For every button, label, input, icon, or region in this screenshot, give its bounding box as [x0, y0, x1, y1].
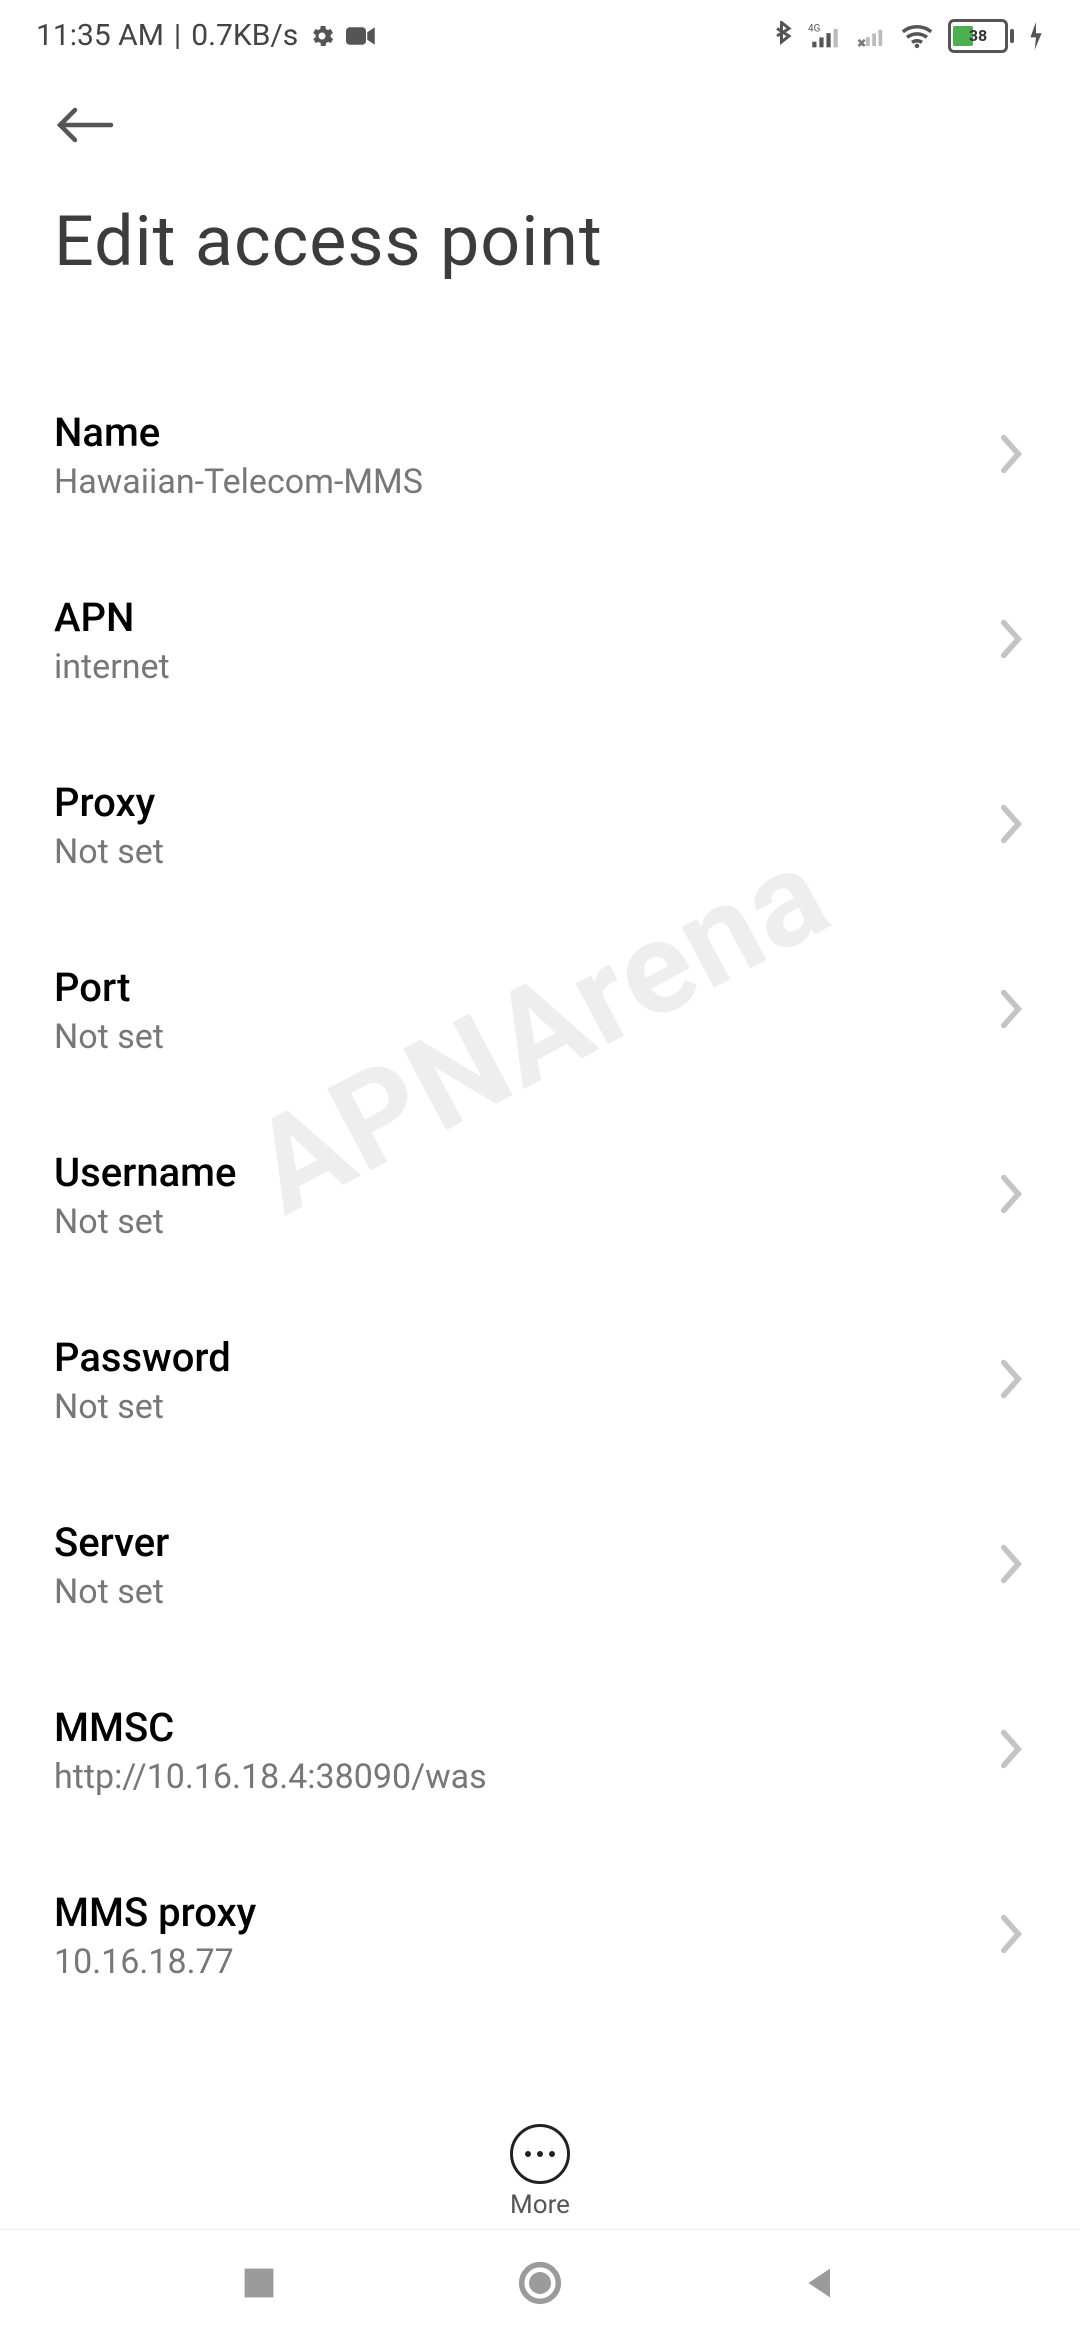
charging-icon — [1028, 22, 1044, 50]
setting-label: Proxy — [54, 779, 164, 826]
setting-label: MMSC — [54, 1704, 487, 1751]
setting-value: internet — [54, 647, 170, 687]
setting-row-proxy[interactable]: Proxy Not set — [0, 733, 1080, 918]
chevron-right-icon — [996, 432, 1026, 480]
setting-row-mmsc[interactable]: MMSC http://10.16.18.4:38090/was — [0, 1658, 1080, 1843]
chevron-right-icon — [996, 1357, 1026, 1405]
setting-row-name[interactable]: Name Hawaiian-Telecom-MMS — [0, 363, 1080, 548]
back-button[interactable] — [54, 134, 114, 153]
status-bar: 11:35 AM | 0.7KB/s 4G 38 — [0, 0, 1080, 53]
setting-row-server[interactable]: Server Not set — [0, 1473, 1080, 1658]
chevron-right-icon — [996, 1912, 1026, 1960]
setting-row-password[interactable]: Password Not set — [0, 1288, 1080, 1473]
setting-value: Not set — [54, 1387, 231, 1427]
chevron-right-icon — [996, 987, 1026, 1035]
chevron-right-icon — [996, 617, 1026, 665]
setting-row-username[interactable]: Username Not set — [0, 1103, 1080, 1288]
signal-nosim-icon — [856, 21, 886, 51]
battery-icon: 38 — [948, 19, 1014, 53]
chevron-right-icon — [996, 1542, 1026, 1590]
setting-row-mmsproxy[interactable]: MMS proxy 10.16.18.77 — [0, 1843, 1080, 2028]
gear-icon — [308, 22, 336, 50]
setting-label: Server — [54, 1519, 169, 1566]
setting-value: http://10.16.18.4:38090/was — [54, 1757, 487, 1797]
nav-bar — [0, 2229, 1080, 2340]
status-time: 11:35 AM — [36, 18, 164, 53]
wifi-icon — [900, 22, 934, 50]
svg-text:4G: 4G — [808, 23, 821, 34]
nav-back-button[interactable] — [803, 2265, 839, 2305]
setting-row-apn[interactable]: APN internet — [0, 548, 1080, 733]
setting-row-port[interactable]: Port Not set — [0, 918, 1080, 1103]
setting-value: 10.16.18.77 — [54, 1942, 256, 1982]
setting-value: Not set — [54, 1572, 169, 1612]
setting-label: Username — [54, 1149, 236, 1196]
status-net-rate: 0.7KB/s — [191, 18, 298, 53]
chevron-right-icon — [996, 1172, 1026, 1220]
more-icon — [510, 2124, 570, 2184]
setting-label: Port — [54, 964, 164, 1011]
setting-value: Not set — [54, 832, 164, 872]
setting-value: Not set — [54, 1017, 164, 1057]
list-bottom-fade — [0, 2030, 1080, 2110]
setting-value: Hawaiian-Telecom-MMS — [54, 462, 423, 502]
bluetooth-icon — [772, 21, 794, 51]
page-title: Edit access point — [0, 153, 1080, 283]
setting-label: Name — [54, 409, 423, 456]
more-button[interactable]: More — [0, 2124, 1080, 2220]
setting-label: Password — [54, 1334, 231, 1381]
setting-label: APN — [54, 594, 170, 641]
chevron-right-icon — [996, 802, 1026, 850]
setting-label: MMS proxy — [54, 1889, 256, 1936]
signal-4g-icon: 4G — [808, 21, 842, 51]
nav-home-button[interactable] — [518, 2261, 562, 2309]
chevron-right-icon — [996, 1727, 1026, 1775]
status-sep: | — [174, 18, 181, 53]
video-icon — [346, 25, 376, 47]
settings-list: Name Hawaiian-Telecom-MMS APN internet Proxy… — [0, 283, 1080, 2028]
setting-value: Not set — [54, 1202, 236, 1242]
more-label: More — [510, 2190, 570, 2220]
nav-recents-button[interactable] — [241, 2265, 277, 2305]
